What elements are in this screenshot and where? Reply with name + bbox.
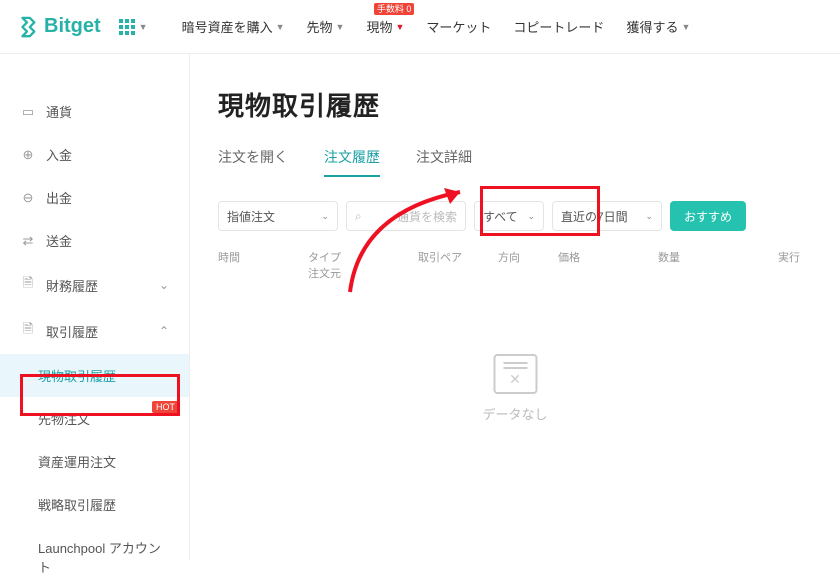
chevron-down-icon: ▼ xyxy=(139,22,148,32)
col-price: 価格 xyxy=(558,249,658,281)
logo[interactable]: Bitget xyxy=(16,15,101,38)
nav-market[interactable]: マーケット xyxy=(426,17,491,36)
sidebar-item-launchpool[interactable]: Launchpool アカウント xyxy=(0,526,189,588)
nav: 暗号資産を購入▼ 先物▼ 手数料 0 現物▼ マーケット コピートレード 獲得す… xyxy=(182,17,691,36)
sidebar-item-asset-orders[interactable]: 資産運用注文 xyxy=(0,440,189,483)
app-grid-icon xyxy=(119,19,135,35)
chevron-up-icon: ⌃ xyxy=(159,324,169,338)
filter-bar: 指値注文⌄ ⌕通貨を検索 すべて⌄ 直近の7日間⌄ おすすめ xyxy=(218,201,812,231)
tab-open-orders[interactable]: 注文を開く xyxy=(218,147,288,177)
empty-icon xyxy=(493,354,537,394)
col-type: タイプ注文元 xyxy=(308,249,418,281)
nav-earn[interactable]: 獲得する▼ xyxy=(626,17,690,36)
sidebar-item-financial-history[interactable]: 🗎財務履歴⌄ xyxy=(0,262,189,308)
annotation-arrow xyxy=(340,182,480,302)
app-menu[interactable]: ▼ xyxy=(119,19,148,35)
logo-text: Bitget xyxy=(44,15,101,38)
col-direction: 方向 xyxy=(498,249,558,281)
col-time: 時間 xyxy=(218,249,308,281)
sidebar-item-withdraw[interactable]: ⊖出金 xyxy=(0,176,189,219)
doc-icon: 🗎 xyxy=(20,274,36,296)
nav-copytrade[interactable]: コピートレード xyxy=(513,17,604,36)
sidebar-item-deposit[interactable]: ⊕入金 xyxy=(0,133,189,176)
empty-state: データなし xyxy=(482,354,547,423)
logo-icon xyxy=(16,16,38,38)
col-pair: 取引ペア xyxy=(418,249,498,281)
side-select[interactable]: すべて⌄ xyxy=(474,201,544,231)
chevron-down-icon: ⌄ xyxy=(159,278,169,292)
withdraw-icon: ⊖ xyxy=(20,190,36,206)
col-exec: 実行 xyxy=(748,249,812,281)
sidebar-item-strategy-history[interactable]: 戦略取引履歴 xyxy=(0,483,189,526)
sidebar: ▭通貨 ⊕入金 ⊖出金 ⇄送金 🗎財務履歴⌄ 🗎取引履歴⌃ 現物取引履歴 先物注… xyxy=(0,54,190,560)
deposit-icon: ⊕ xyxy=(20,147,36,163)
empty-text: データなし xyxy=(482,404,547,423)
recommend-button[interactable]: おすすめ xyxy=(670,201,746,231)
nav-spot[interactable]: 手数料 0 現物▼ xyxy=(366,17,404,36)
chevron-down-icon: ⌄ xyxy=(645,211,653,222)
sidebar-item-spot-history[interactable]: 現物取引履歴 xyxy=(0,354,189,397)
hot-badge: HOT xyxy=(152,401,179,413)
chevron-down-icon: ⌄ xyxy=(321,211,329,222)
col-amount: 数量 xyxy=(658,249,748,281)
table-header: 時間 タイプ注文元 取引ペア 方向 価格 数量 実行 xyxy=(218,249,812,281)
tab-order-history[interactable]: 注文履歴 xyxy=(324,147,380,177)
doc-icon: 🗎 xyxy=(20,320,36,342)
page-title: 現物取引履歴 xyxy=(218,86,812,123)
chevron-down-icon: ⌄ xyxy=(527,211,535,222)
fee-badge: 手数料 0 xyxy=(374,3,415,15)
chevron-down-icon: ▼ xyxy=(336,22,345,32)
main: 現物取引履歴 注文を開く 注文履歴 注文詳細 指値注文⌄ ⌕通貨を検索 すべて⌄… xyxy=(190,54,840,560)
header: Bitget ▼ 暗号資産を購入▼ 先物▼ 手数料 0 現物▼ マーケット コピ… xyxy=(0,0,840,54)
sidebar-item-transfer[interactable]: ⇄送金 xyxy=(0,219,189,262)
order-type-select[interactable]: 指値注文⌄ xyxy=(218,201,338,231)
nav-futures[interactable]: 先物▼ xyxy=(307,17,345,36)
chevron-down-icon: ▼ xyxy=(395,22,404,32)
transfer-icon: ⇄ xyxy=(20,233,36,249)
tab-order-detail[interactable]: 注文詳細 xyxy=(416,147,472,177)
wallet-icon: ▭ xyxy=(20,104,36,120)
chevron-down-icon: ▼ xyxy=(276,22,285,32)
pair-search-input[interactable]: ⌕通貨を検索 xyxy=(346,201,466,231)
nav-buy-crypto[interactable]: 暗号資産を購入▼ xyxy=(182,17,285,36)
search-icon: ⌕ xyxy=(355,209,362,224)
sidebar-item-currency[interactable]: ▭通貨 xyxy=(0,90,189,133)
sidebar-item-trade-history[interactable]: 🗎取引履歴⌃ xyxy=(0,308,189,354)
chevron-down-icon: ▼ xyxy=(681,22,690,32)
range-select[interactable]: 直近の7日間⌄ xyxy=(552,201,662,231)
tabs: 注文を開く 注文履歴 注文詳細 xyxy=(218,147,812,177)
sidebar-item-futures-orders[interactable]: 先物注文HOT xyxy=(0,397,189,440)
